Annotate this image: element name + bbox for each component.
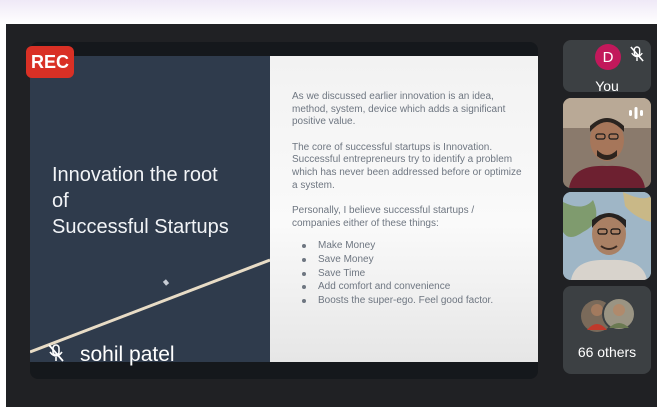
participant-video: [563, 192, 651, 280]
slide-bullet: Make Money: [302, 239, 524, 253]
self-tile-label: You: [595, 78, 619, 92]
others-avatars: [581, 297, 636, 332]
slide-title-line: of: [52, 190, 69, 212]
slide-title: Innovation the root of Successful Startu…: [52, 162, 262, 240]
speaker-name: sohil patel: [80, 343, 175, 366]
recording-badge: REC: [26, 46, 74, 78]
mic-off-icon: [630, 46, 644, 67]
slide-paragraph: Personally, I believe successful startup…: [292, 205, 475, 229]
slide-paragraph: As we discussed earlier innovation is an…: [292, 91, 506, 128]
others-count-label: 66 others: [577, 344, 637, 360]
slide-bullet: Add comfort and convenience: [302, 280, 524, 294]
slide-bullet: Save Money: [302, 253, 524, 267]
others-tile[interactable]: 66 others: [563, 286, 651, 374]
slide-content-panel: As we discussed earlier innovation is an…: [270, 56, 538, 362]
slide-paragraph: The core of successful startups is Innov…: [292, 141, 522, 191]
slide-bullet-list: Make Money Save Money Save Time Add comf…: [292, 239, 524, 308]
slide-bullet: Boosts the super-ego. Feel good factor.: [302, 294, 524, 308]
participant-tile[interactable]: [563, 192, 651, 280]
speaker-label: sohil patel: [48, 340, 175, 370]
participant-tile[interactable]: [563, 98, 651, 188]
slide-bullet: Save Time: [302, 267, 524, 281]
window-top-band: [0, 0, 657, 24]
slide-title-line: Successful Startups: [52, 216, 229, 238]
audio-level-icon: [627, 106, 645, 125]
presentation-stage[interactable]: Innovation the root of Successful Startu…: [30, 42, 538, 379]
self-tile[interactable]: D You: [563, 40, 651, 92]
slide-title-panel: Innovation the root of Successful Startu…: [30, 56, 270, 362]
mic-off-icon: [48, 343, 64, 367]
slide-title-line: Innovation the root: [52, 164, 218, 186]
avatar: D: [595, 44, 621, 70]
